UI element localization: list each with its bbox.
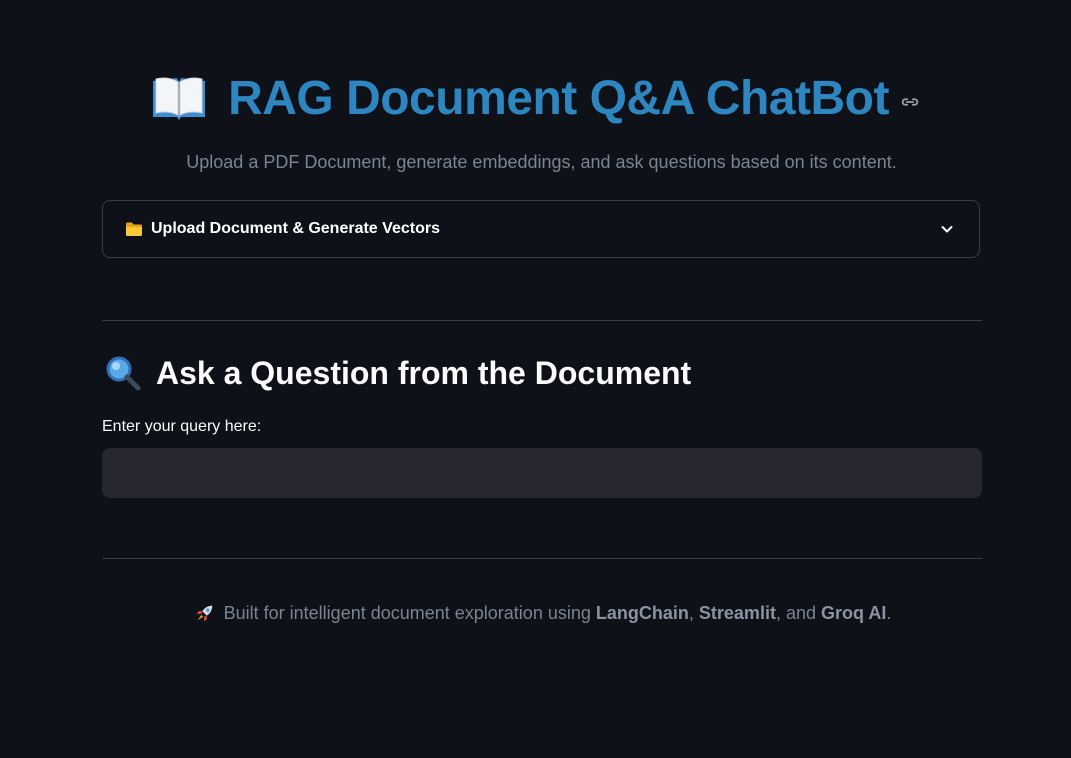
footer-divider [102,558,982,559]
footer-prefix: Built for intelligent document explorati… [223,602,591,623]
open-book-icon [150,73,208,123]
page-title: RAG Document Q&A ChatBot [228,71,889,125]
query-section-header: Ask a Question from the Document [104,350,691,396]
footer: Built for intelligent document explorati… [0,602,1071,624]
section-divider [102,320,982,321]
app-page: RAG Document Q&A ChatBot Upload a PDF Do… [0,0,1071,758]
upload-expander[interactable]: Upload Document & Generate Vectors [102,200,980,258]
magnifying-glass-icon [104,354,142,392]
footer-tech-streamlit: Streamlit [698,602,776,623]
footer-suffix: . [886,602,892,623]
expander-label: Upload Document & Generate Vectors [151,220,440,237]
link-icon[interactable] [899,91,921,113]
query-input[interactable] [102,448,982,498]
folder-icon [125,221,143,237]
section-title: Ask a Question from the Document [156,354,692,391]
footer-tech-groq: Groq AI [821,602,887,623]
footer-sep2: , and [775,602,816,623]
title-row: RAG Document Q&A ChatBot [0,60,1071,136]
rocket-icon [194,602,216,624]
page-subtitle: Upload a PDF Document, generate embeddin… [186,152,897,172]
chevron-down-icon[interactable] [939,221,955,237]
query-input-label: Enter your query here: [102,418,262,435]
footer-tech-langchain: LangChain [595,602,689,623]
footer-sep1: , [688,602,694,623]
